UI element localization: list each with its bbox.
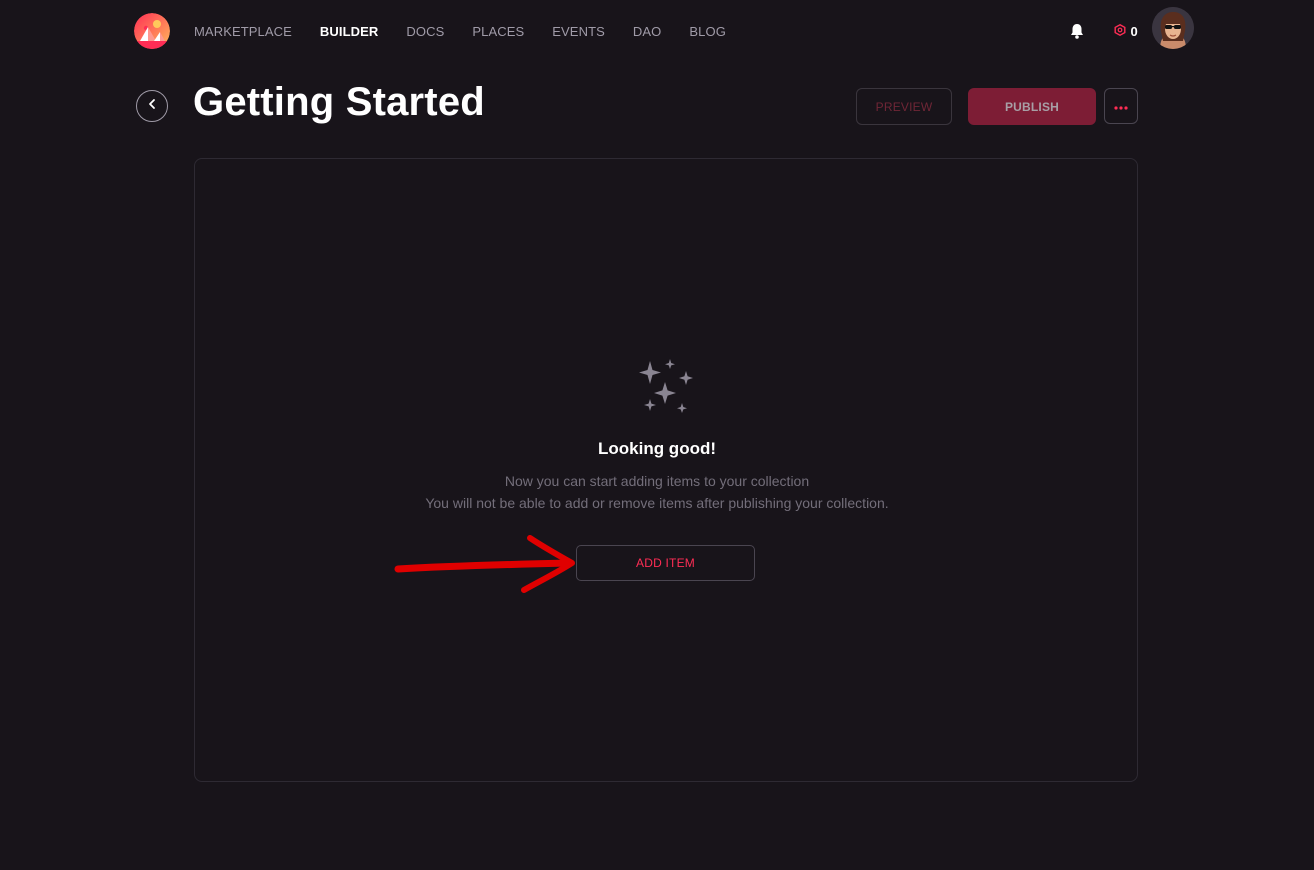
- top-navbar: MARKETPLACE BUILDER DOCS PLACES EVENTS D…: [0, 0, 1314, 62]
- mana-balance[interactable]: 0: [1114, 24, 1138, 39]
- nav-docs[interactable]: DOCS: [406, 24, 444, 39]
- main-nav: MARKETPLACE BUILDER DOCS PLACES EVENTS D…: [194, 22, 726, 40]
- annotation-arrow: [392, 532, 578, 596]
- add-item-button[interactable]: ADD ITEM: [576, 545, 755, 581]
- empty-state-warning: You will not be able to add or remove it…: [425, 495, 889, 511]
- empty-state-description: Now you can start adding items to your c…: [504, 473, 810, 489]
- back-button[interactable]: [136, 90, 168, 122]
- decentraland-logo-icon[interactable]: [134, 13, 170, 49]
- publish-button[interactable]: PUBLISH: [968, 88, 1096, 125]
- nav-marketplace[interactable]: MARKETPLACE: [194, 24, 292, 39]
- empty-state-title: Looking good!: [597, 439, 717, 458]
- mana-icon: [1114, 23, 1126, 39]
- more-options-button[interactable]: [1104, 88, 1138, 124]
- nav-events[interactable]: EVENTS: [552, 24, 605, 39]
- page-title: Getting Started: [193, 80, 485, 124]
- nav-blog[interactable]: BLOG: [689, 24, 726, 39]
- nav-places[interactable]: PLACES: [472, 24, 524, 39]
- nav-builder[interactable]: BUILDER: [320, 24, 378, 39]
- nav-dao[interactable]: DAO: [633, 24, 661, 39]
- mana-balance-value: 0: [1130, 23, 1138, 39]
- bell-icon[interactable]: [1068, 22, 1086, 40]
- more-dots-icon: [1114, 97, 1128, 115]
- collection-items-panel: [194, 158, 1138, 782]
- back-chevron-icon: [146, 97, 158, 115]
- preview-button[interactable]: PREVIEW: [856, 88, 952, 125]
- avatar[interactable]: [1152, 7, 1194, 49]
- sparkles-icon: [636, 357, 696, 417]
